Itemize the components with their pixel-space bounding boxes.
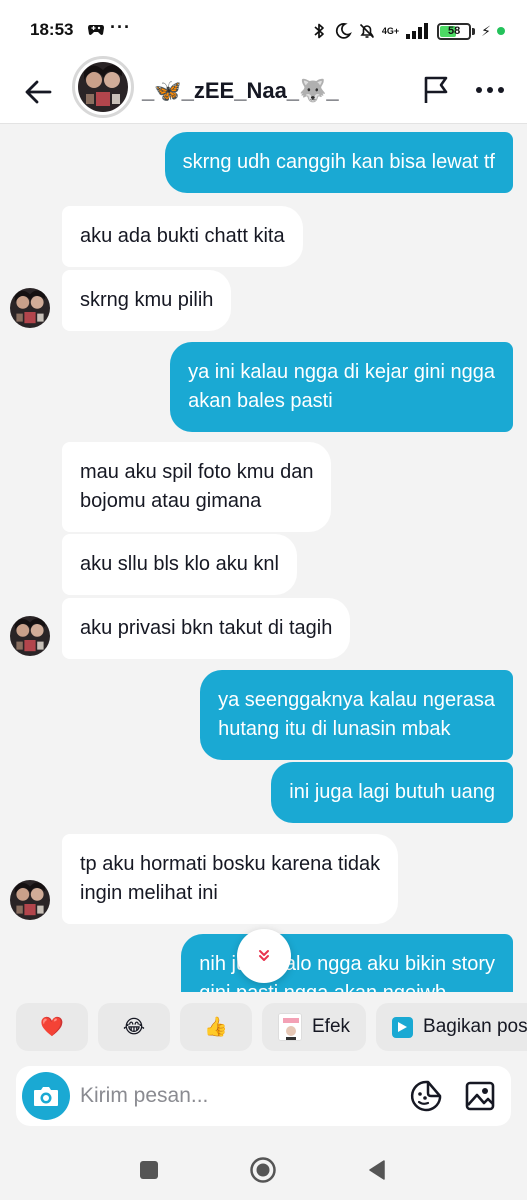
message-bubble[interactable]: mau aku spil foto kmu dan bojomu atau gi…: [62, 442, 332, 532]
emoji-sticker-icon: [410, 1080, 442, 1112]
bluetooth-icon: [314, 23, 324, 39]
chat-header: _🦋_zEE_Naa_🐺_: [0, 56, 527, 124]
message-bubble[interactable]: ini juga lagi butuh uang: [271, 762, 513, 823]
thumbs-up-emoji: 👍: [204, 1017, 228, 1038]
message-text: gini pasti ngga akan ngejwb: [199, 982, 446, 992]
sender-avatar[interactable]: [10, 880, 50, 920]
message-bubble[interactable]: nih juga kalo ngga aku bikin story gini …: [181, 934, 513, 992]
message-text: aku sllu bls klo aku knl: [80, 553, 279, 575]
quick-actions-bar: ❤️ 😂 👍 Efek Bagikan post: [16, 1003, 527, 1051]
laugh-reaction-chip[interactable]: 😂: [98, 1003, 170, 1051]
recent-apps-button[interactable]: [133, 1154, 165, 1186]
message-text: bojomu atau gimana: [80, 490, 262, 512]
heart-reaction-chip[interactable]: ❤️: [16, 1003, 88, 1051]
message-bubble[interactable]: ya ini kalau ngga di kejar gini ngga aka…: [170, 342, 513, 432]
message-text: akan bales pasti: [188, 390, 333, 412]
battery-indicator: 58: [437, 22, 472, 40]
status-time: 18:53: [30, 20, 74, 39]
share-post-chip[interactable]: Bagikan post: [376, 1003, 527, 1051]
message-bubble[interactable]: tp aku hormati bosku karena tidak ingin …: [62, 834, 399, 924]
share-play-icon: [392, 1016, 414, 1038]
avatar-photo: [78, 62, 128, 112]
message-text: ya seenggaknya kalau ngerasa: [218, 689, 495, 711]
report-button[interactable]: [418, 72, 454, 108]
flag-icon: [424, 76, 448, 103]
message-text: skrng udh canggih kan bisa lewat tf: [182, 151, 495, 173]
message-text: skrng kmu pilih: [80, 289, 214, 311]
more-notifications-icon: ···: [110, 17, 131, 37]
share-post-label: Bagikan post: [423, 1016, 527, 1037]
privacy-dot: [497, 27, 505, 35]
home-button[interactable]: [247, 1154, 279, 1186]
message-list[interactable]: skrng udh canggih kan bisa lewat tf aku …: [0, 124, 527, 992]
back-button[interactable]: [18, 72, 58, 112]
signal-icon: [406, 23, 429, 39]
sender-avatar[interactable]: [10, 288, 50, 328]
scroll-to-bottom-button[interactable]: [237, 929, 291, 983]
message-bubble[interactable]: skrng kmu pilih: [62, 270, 232, 331]
circle-home-icon: [250, 1157, 276, 1183]
message-composer: [16, 1066, 511, 1126]
message-input[interactable]: [80, 1078, 380, 1114]
image-icon: [465, 1081, 495, 1111]
double-chevron-down-icon: [259, 950, 269, 961]
effect-thumbnail: [278, 1013, 302, 1041]
message-text: mau aku spil foto kmu dan: [80, 461, 314, 483]
message-bubble[interactable]: aku sllu bls klo aku knl: [62, 534, 297, 595]
avatar-photo: [10, 616, 50, 656]
contact-name[interactable]: _🦋_zEE_Naa_🐺_: [142, 78, 339, 104]
charging-icon: ⚡: [481, 22, 491, 39]
more-dots-icon: [476, 87, 504, 93]
system-navigation-bar: [0, 1140, 527, 1200]
message-text: ya ini kalau ngga di kejar gini ngga: [188, 361, 495, 383]
message-text: ini juga lagi butuh uang: [289, 781, 495, 803]
network-type: 4G+: [381, 25, 400, 36]
more-options-button[interactable]: [470, 72, 510, 108]
message-text: aku privasi bkn takut di tagih: [80, 617, 333, 639]
gallery-button[interactable]: [462, 1078, 498, 1114]
message-bubble[interactable]: aku privasi bkn takut di tagih: [62, 598, 351, 659]
bell-muted-icon: [359, 23, 374, 39]
arrow-left-icon: [25, 80, 52, 104]
battery-tip: [472, 27, 476, 35]
avatar-photo: [10, 880, 50, 920]
message-text: aku ada bukti chatt kita: [80, 225, 285, 247]
triangle-back-icon: [369, 1160, 385, 1180]
camera-icon: [34, 1087, 58, 1106]
avatar-photo: [10, 288, 50, 328]
contact-avatar[interactable]: [72, 56, 134, 118]
message-bubble[interactable]: ya seenggaknya kalau ngerasa hutang itu …: [200, 670, 513, 760]
effects-chip[interactable]: Efek: [262, 1003, 367, 1051]
camera-button[interactable]: [22, 1072, 70, 1120]
moon-icon: [335, 23, 352, 39]
status-bar: 18:53 ··· 4G+ 58 ⚡: [0, 0, 527, 62]
thumbs-up-reaction-chip[interactable]: 👍: [180, 1003, 252, 1051]
heart-emoji: ❤️: [40, 1017, 64, 1038]
message-text: tp aku hormati bosku karena tidak: [80, 853, 381, 875]
sender-avatar[interactable]: [10, 616, 50, 656]
effects-label: Efek: [312, 1016, 351, 1037]
back-nav-button[interactable]: [361, 1154, 393, 1186]
game-controller-icon: [88, 25, 104, 35]
message-bubble[interactable]: skrng udh canggih kan bisa lewat tf: [164, 132, 513, 193]
sticker-button[interactable]: [408, 1078, 444, 1114]
message-text: hutang itu di lunasin mbak: [218, 718, 451, 740]
battery-level: 58: [448, 25, 461, 37]
square-icon: [140, 1161, 158, 1179]
message-bubble[interactable]: aku ada bukti chatt kita: [62, 206, 303, 267]
message-text: ingin melihat ini: [80, 882, 218, 904]
laugh-emoji: 😂: [122, 1016, 146, 1038]
